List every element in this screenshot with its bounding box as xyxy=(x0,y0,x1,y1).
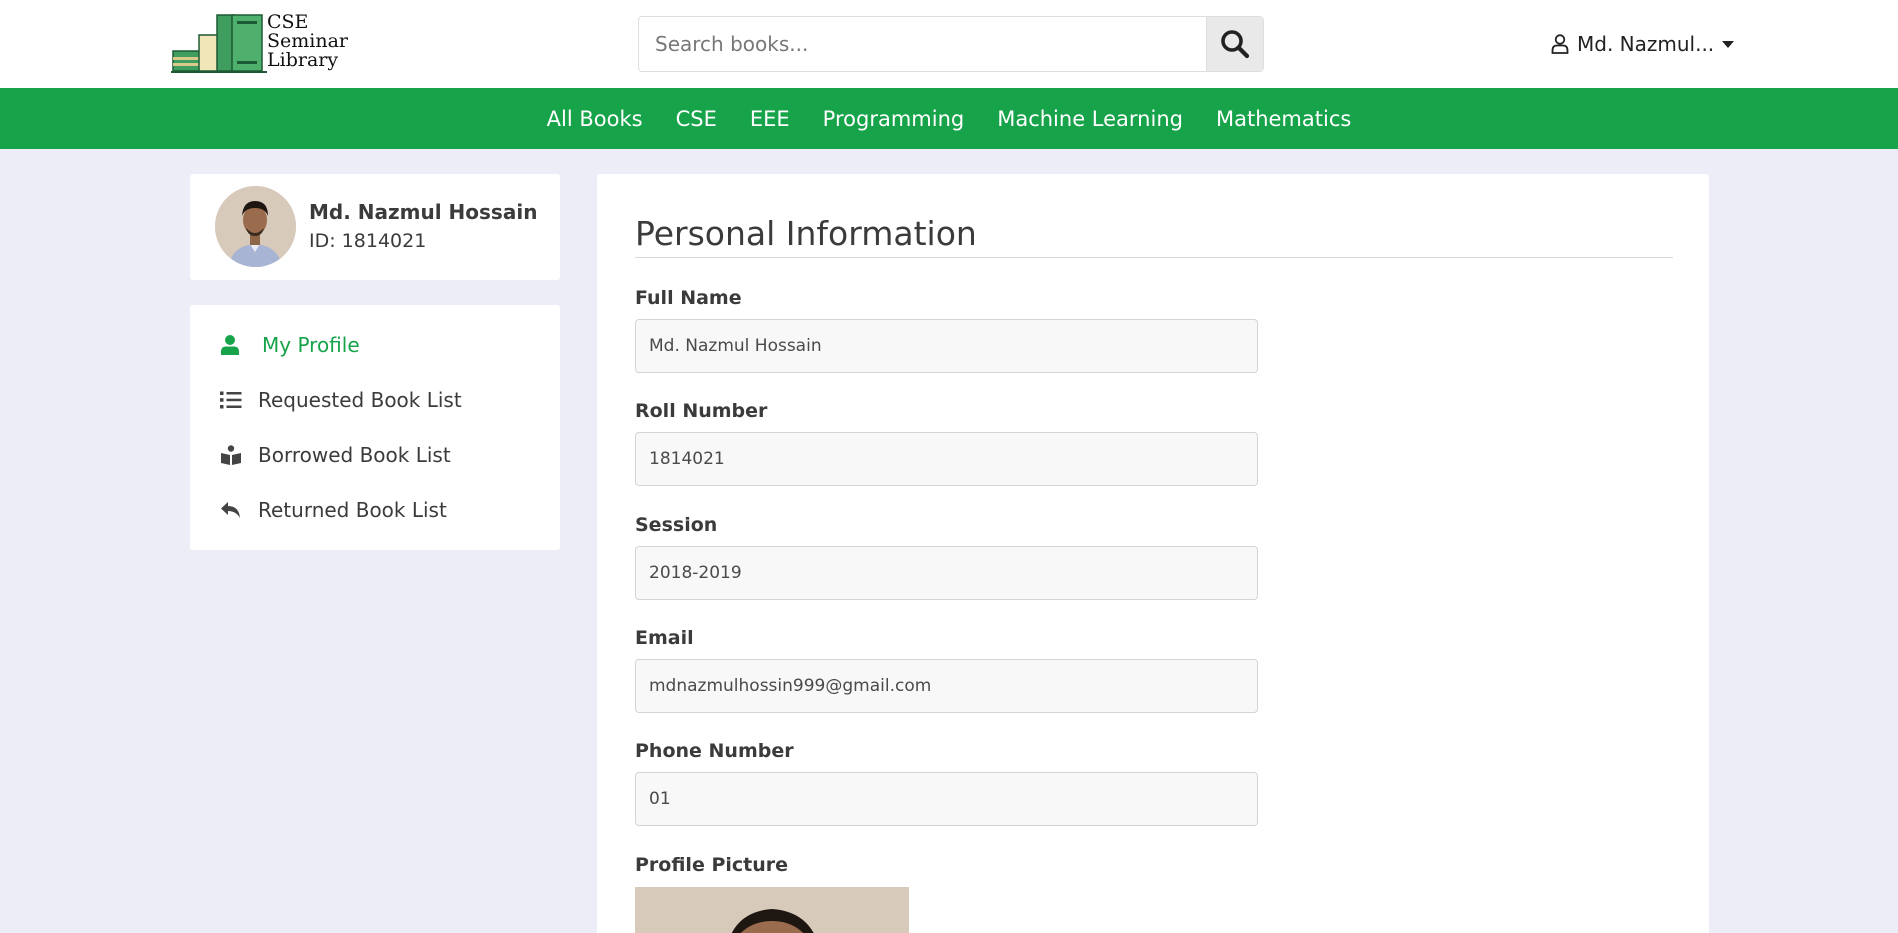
user-name: Md. Nazmul... xyxy=(1577,32,1715,56)
profile-picture-image xyxy=(635,887,909,933)
user-outline-icon xyxy=(1551,34,1569,54)
profile-picture xyxy=(635,887,909,933)
search-icon xyxy=(1221,30,1250,59)
profile-picture-label: Profile Picture xyxy=(635,854,789,876)
session-field[interactable] xyxy=(635,546,1258,600)
profile-id: ID: 1814021 xyxy=(309,230,427,252)
personal-info-panel: Personal Information Full Name Roll Numb… xyxy=(597,174,1709,933)
email-label: Email xyxy=(635,627,694,649)
sidebar-item-borrowed-books[interactable]: Borrowed Book List xyxy=(220,438,451,472)
caret-down-icon xyxy=(1722,40,1735,48)
user-icon xyxy=(221,335,239,355)
sidebar-item-label: Returned Book List xyxy=(258,498,447,522)
user-menu-dropdown[interactable]: Md. Nazmul... xyxy=(1551,30,1735,58)
logo-text: CSE Seminar Library xyxy=(267,11,349,71)
category-nav: All Books CSE EEE Programming Machine Le… xyxy=(0,88,1898,149)
reply-icon xyxy=(221,502,240,518)
profile-card: Md. Nazmul Hossain ID: 1814021 xyxy=(190,174,560,280)
nav-programming[interactable]: Programming xyxy=(823,107,965,131)
avatar xyxy=(215,186,296,267)
account-menu: My Profile Requested Book List Borrowed … xyxy=(190,305,560,550)
book-reader-icon xyxy=(221,445,241,465)
top-header: CSE Seminar Library Md. Nazmul... xyxy=(0,0,1898,88)
search-bar xyxy=(638,16,1264,72)
page-title: Personal Information xyxy=(635,214,977,253)
sidebar-item-label: Requested Book List xyxy=(258,388,462,412)
nav-machine-learning[interactable]: Machine Learning xyxy=(997,107,1183,131)
nav-mathematics[interactable]: Mathematics xyxy=(1216,107,1351,131)
profile-name: Md. Nazmul Hossain xyxy=(309,200,538,224)
roll-number-label: Roll Number xyxy=(635,400,768,422)
title-divider xyxy=(635,257,1673,258)
sidebar-item-returned-books[interactable]: Returned Book List xyxy=(220,493,447,527)
sidebar-item-label: Borrowed Book List xyxy=(258,443,451,467)
nav-eee[interactable]: EEE xyxy=(750,107,790,131)
sidebar-item-requested-books[interactable]: Requested Book List xyxy=(220,383,462,417)
search-button[interactable] xyxy=(1206,17,1263,71)
roll-number-field[interactable] xyxy=(635,432,1258,486)
full-name-label: Full Name xyxy=(635,287,742,309)
full-name-field[interactable] xyxy=(635,319,1258,373)
sidebar-item-my-profile[interactable]: My Profile xyxy=(220,328,360,362)
sidebar-item-label: My Profile xyxy=(262,333,360,357)
email-field[interactable] xyxy=(635,659,1258,713)
site-logo[interactable]: CSE Seminar Library xyxy=(171,13,361,76)
nav-all-books[interactable]: All Books xyxy=(547,107,643,131)
session-label: Session xyxy=(635,514,718,536)
nav-cse[interactable]: CSE xyxy=(676,107,717,131)
books-logo-icon xyxy=(171,14,267,73)
phone-number-field[interactable] xyxy=(635,772,1258,826)
phone-number-label: Phone Number xyxy=(635,740,794,762)
list-icon xyxy=(220,391,242,409)
search-input[interactable] xyxy=(639,17,1207,71)
avatar-image xyxy=(215,186,296,267)
